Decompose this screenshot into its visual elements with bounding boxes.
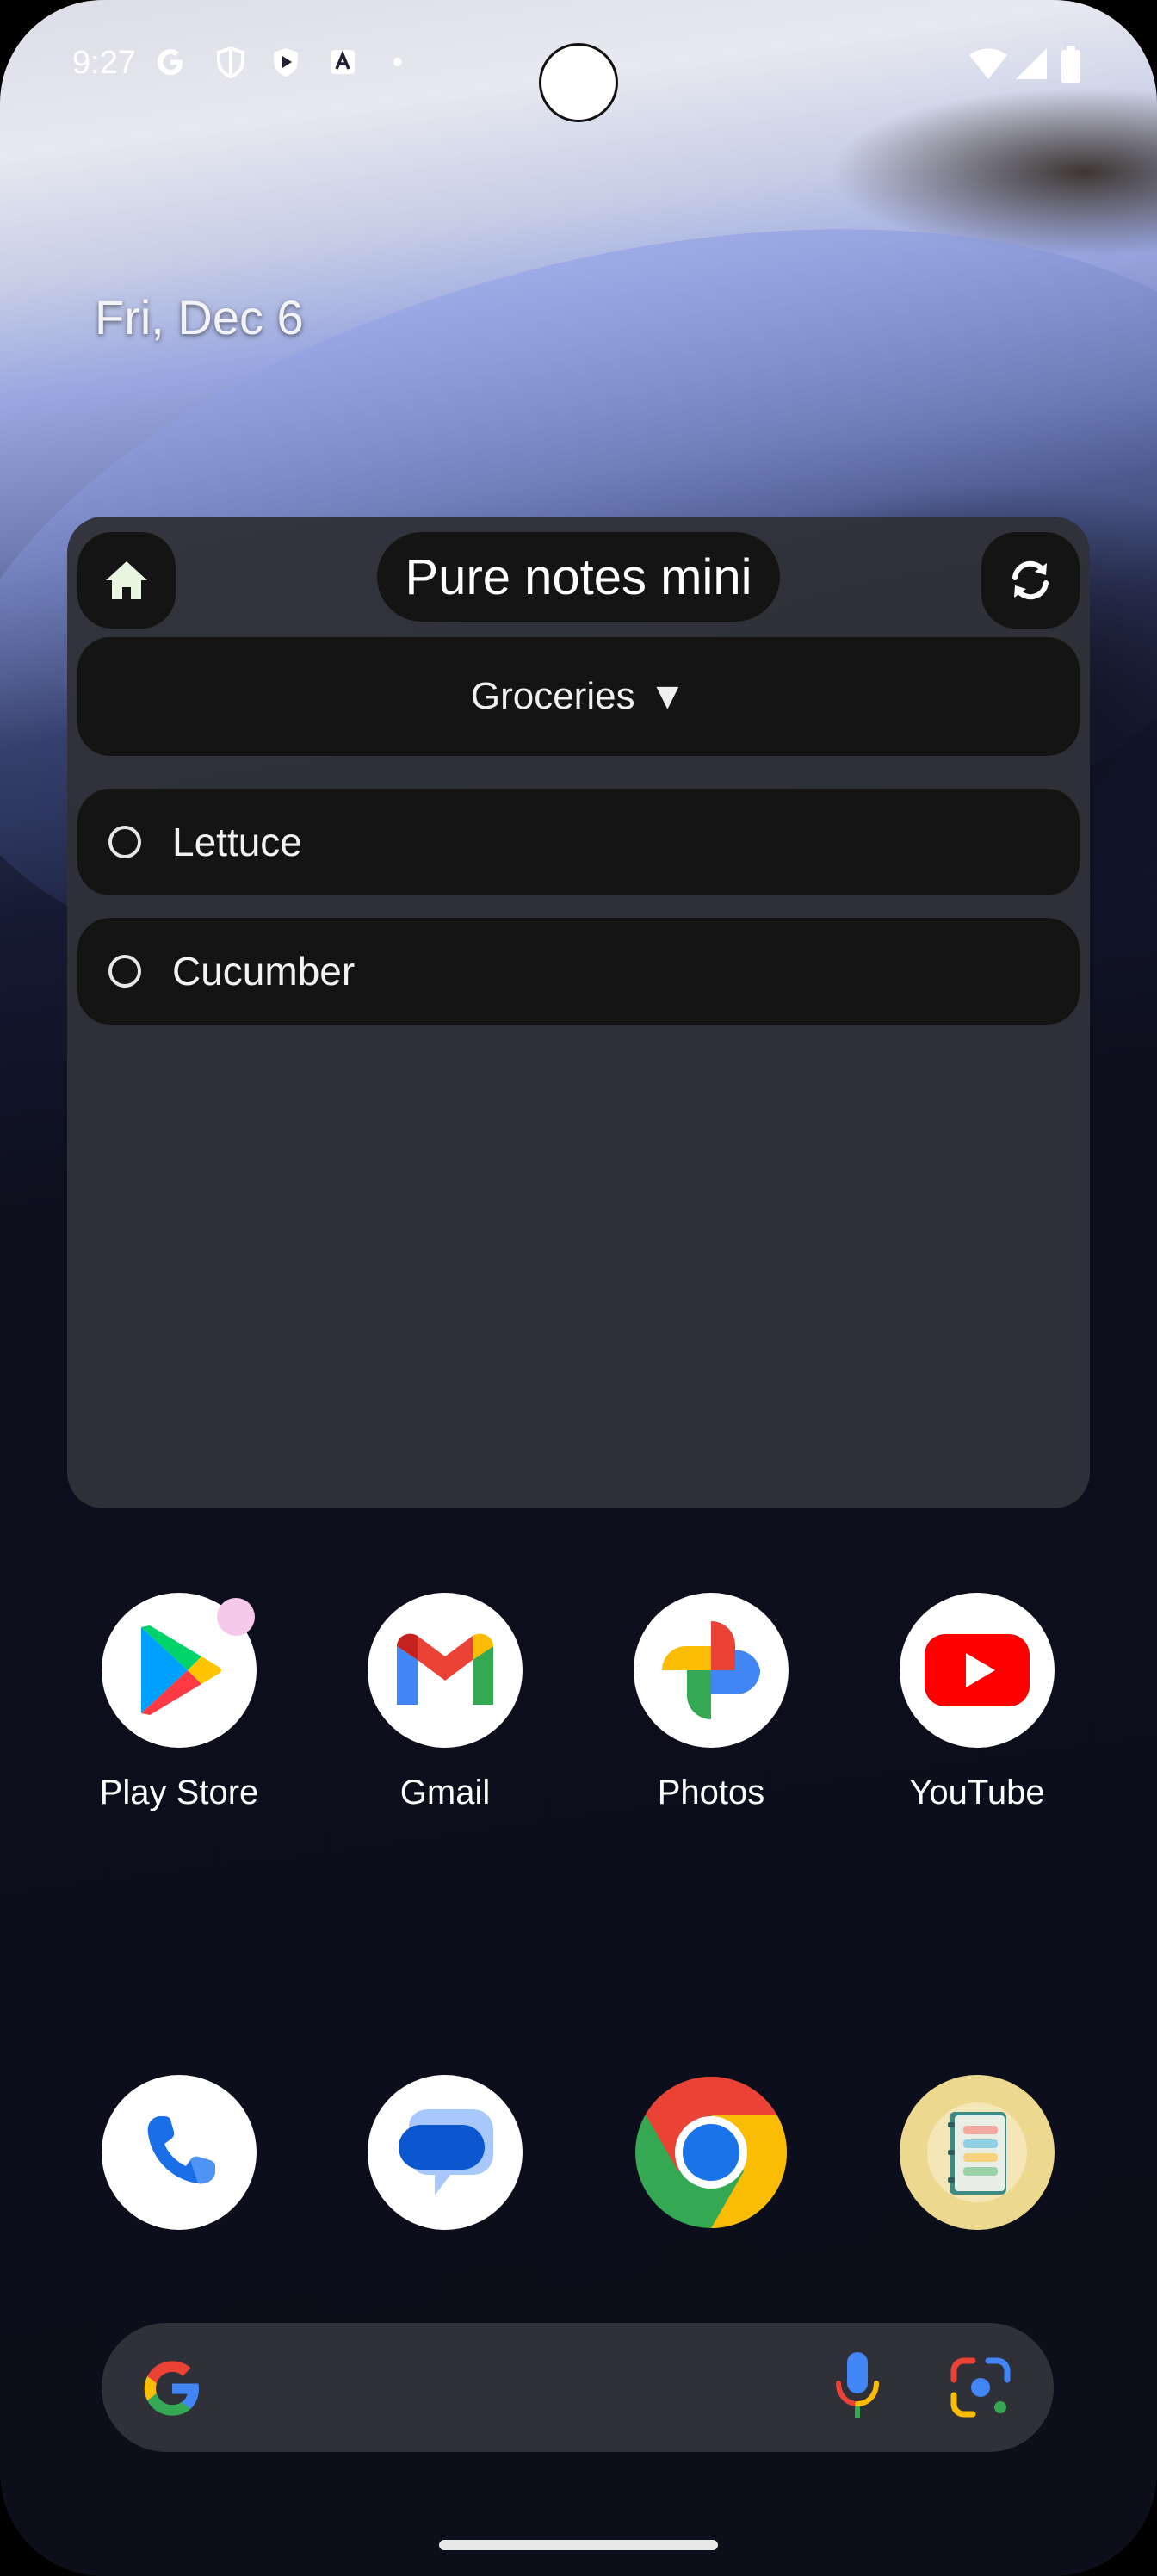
app-label: YouTube: [909, 1774, 1045, 1811]
app-label: Play Store: [99, 1774, 259, 1811]
signal-icon: [1016, 48, 1047, 79]
battery-icon: [1061, 46, 1080, 83]
list-item-label: Lettuce: [172, 820, 302, 864]
app-youtube[interactable]: YouTube: [882, 1593, 1072, 1812]
gmail-icon: [368, 1593, 523, 1748]
app-messages[interactable]: [350, 2075, 540, 2230]
app-play-store[interactable]: Play Store: [84, 1593, 274, 1812]
youtube-icon: [900, 1593, 1055, 1748]
front-camera: [539, 43, 618, 122]
app-notes[interactable]: [882, 2075, 1072, 2230]
google-g-icon: [144, 2361, 200, 2416]
widget-sync-button[interactable]: [981, 532, 1080, 629]
google-search-bar[interactable]: [102, 2323, 1054, 2452]
app-label: Gmail: [399, 1774, 491, 1811]
messages-icon: [368, 2075, 523, 2230]
play-protect-icon: [274, 48, 298, 77]
notes-app-icon: [900, 2075, 1055, 2230]
chevron-down-icon: ▼: [648, 675, 687, 717]
play-store-icon: [102, 1593, 257, 1748]
microphone-icon[interactable]: [832, 2349, 883, 2426]
app-photos[interactable]: Photos: [616, 1593, 806, 1812]
list-item[interactable]: Lettuce: [77, 789, 1080, 895]
home-icon: [106, 561, 147, 599]
google-lens-icon[interactable]: [947, 2354, 1014, 2421]
date-text[interactable]: Fri, Dec 6: [95, 289, 304, 345]
notification-badge: [217, 1598, 255, 1636]
checkbox-circle[interactable]: [108, 826, 141, 858]
translate-a-icon: [331, 50, 355, 74]
home-screen: 9:27 Fri, Dec 6 Pure notes mini Grocerie…: [0, 0, 1157, 2576]
list-selector-label: Groceries: [470, 675, 635, 717]
gesture-navigation-bar[interactable]: [439, 2540, 718, 2550]
list-item-label: Cucumber: [172, 949, 356, 994]
app-gmail[interactable]: Gmail: [350, 1593, 540, 1812]
app-chrome[interactable]: [616, 2075, 806, 2230]
google-g-icon: [158, 49, 183, 75]
notes-widget: Pure notes mini Groceries ▼ Lettuce Cucu…: [67, 517, 1090, 1508]
photos-icon: [634, 1593, 789, 1748]
shield-icon: [217, 46, 244, 79]
status-bar: 9:27: [0, 0, 1157, 138]
widget-title[interactable]: Pure notes mini: [377, 532, 780, 622]
widget-home-button[interactable]: [77, 532, 176, 629]
status-time: 9:27: [72, 45, 136, 81]
wifi-icon: [969, 48, 1007, 79]
phone-icon: [102, 2075, 257, 2230]
app-label: Photos: [657, 1774, 765, 1811]
chrome-icon: [634, 2075, 789, 2230]
app-phone[interactable]: [84, 2075, 274, 2230]
dot-icon: [393, 58, 402, 66]
sync-icon: [1012, 560, 1049, 600]
list-selector-dropdown[interactable]: Groceries ▼: [77, 637, 1080, 756]
list-item[interactable]: Cucumber: [77, 918, 1080, 1025]
checkbox-circle[interactable]: [108, 955, 141, 988]
